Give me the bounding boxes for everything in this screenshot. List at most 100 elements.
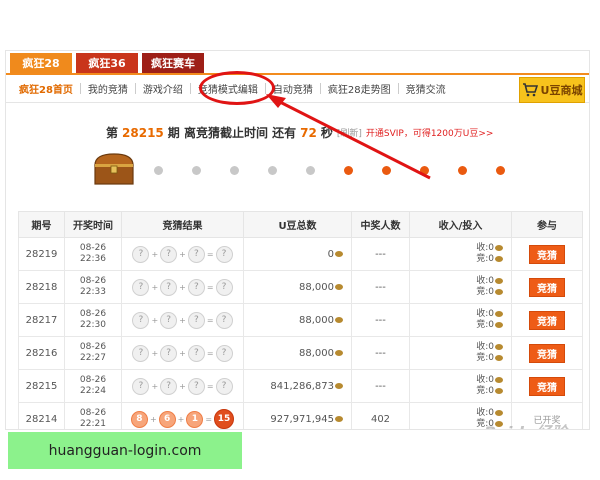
income-cell: 收:0 竞:0 bbox=[409, 303, 512, 337]
spend-value: 0 bbox=[488, 353, 494, 363]
plus-sign: + bbox=[179, 315, 186, 325]
bean-icon bbox=[495, 376, 503, 383]
bean-icon bbox=[495, 354, 503, 361]
winners-cell: --- bbox=[351, 237, 410, 271]
bet-button[interactable]: 竞猜 bbox=[529, 376, 565, 396]
time-cell: 08-26 22:27 bbox=[64, 336, 122, 370]
header-period: 期号 bbox=[18, 211, 65, 238]
tab-crazy-28[interactable]: 疯狂28 bbox=[10, 53, 72, 73]
income-cell: 收:0 竞:0 bbox=[409, 369, 512, 403]
tab-crazy-racing[interactable]: 疯狂赛车 bbox=[142, 53, 204, 73]
highlight-circle bbox=[199, 71, 275, 105]
result-cell: ? +? +? =? bbox=[121, 303, 244, 337]
spend-value: 0 bbox=[488, 287, 494, 297]
nav-home[interactable]: 疯狂28首页 bbox=[12, 81, 80, 96]
u-bean-mall-button[interactable]: U豆商城 bbox=[519, 77, 585, 103]
equals-sign: = bbox=[206, 249, 214, 259]
total-cell: 927,971,945 bbox=[243, 402, 352, 429]
total-cell: 88,000 bbox=[243, 303, 352, 337]
bet-button[interactable]: 竞猜 bbox=[529, 277, 565, 297]
spend-value: 0 bbox=[488, 254, 494, 264]
period-cell: 28216 bbox=[18, 336, 65, 370]
svip-link[interactable]: 开通SVIP，可得1200万U豆>> bbox=[366, 126, 494, 139]
result-ball: ? bbox=[132, 278, 150, 296]
join-cell: 竞猜 bbox=[511, 303, 583, 337]
period-cell: 28219 bbox=[18, 237, 65, 271]
baidu-watermark: Baidu经验 bbox=[484, 419, 567, 429]
result-ball: ? bbox=[187, 278, 205, 296]
result-ball: 8 bbox=[130, 410, 148, 428]
result-sum-ball: ? bbox=[215, 245, 233, 263]
progress-dot bbox=[344, 166, 353, 175]
table-header-row: 期号 开奖时间 竞猜结果 U豆总数 中奖人数 收入/投入 参与 bbox=[18, 211, 583, 238]
equals-sign: = bbox=[206, 348, 214, 358]
draw-time: 22:27 bbox=[80, 353, 106, 363]
site-footer-banner: huangguan-login.com bbox=[8, 432, 242, 469]
draw-date: 08-26 bbox=[79, 375, 107, 385]
join-cell: 竞猜 bbox=[511, 369, 583, 403]
bean-icon bbox=[335, 316, 343, 323]
income-cell: 收:0 竞:0 bbox=[409, 270, 512, 304]
winners-cell: --- bbox=[351, 336, 410, 370]
income-value: 0 bbox=[488, 276, 494, 286]
main-frame: 疯狂28 疯狂36 疯狂赛车 疯狂28首页 我的竞猜 游戏介绍 竞猜模式编辑 自… bbox=[5, 50, 590, 430]
result-cell: 8 +6 +1 = 15 bbox=[121, 402, 244, 429]
result-ball: ? bbox=[187, 311, 205, 329]
total-value: 88,000 bbox=[299, 281, 334, 293]
result-ball: 1 bbox=[186, 410, 204, 428]
time-cell: 08-26 22:33 bbox=[64, 270, 122, 304]
result-ball: ? bbox=[187, 245, 205, 263]
plus-sign: + bbox=[179, 348, 186, 358]
draw-date: 08-26 bbox=[79, 342, 107, 352]
bet-button[interactable]: 竞猜 bbox=[529, 244, 565, 264]
spend-value: 0 bbox=[488, 386, 494, 396]
income-value: 0 bbox=[488, 309, 494, 319]
tab-crazy-36[interactable]: 疯狂36 bbox=[76, 53, 138, 73]
nav-trend-chart[interactable]: 疯狂28走势图 bbox=[321, 81, 398, 96]
plus-sign: + bbox=[179, 249, 186, 259]
plus-sign: + bbox=[179, 381, 186, 391]
total-value: 88,000 bbox=[299, 347, 334, 359]
bean-icon bbox=[335, 415, 343, 422]
bean-icon bbox=[335, 382, 343, 389]
countdown-seconds: 72 bbox=[300, 125, 317, 140]
result-ball: ? bbox=[160, 344, 178, 362]
result-ball: ? bbox=[187, 344, 205, 362]
table-body: 28219 08-26 22:36? +? +? =? 0 --- 收:0 竞:0 竞猜 28218 0… bbox=[18, 237, 583, 429]
join-cell: 竞猜 bbox=[511, 270, 583, 304]
current-period: 28215 bbox=[122, 125, 164, 140]
result-ball: ? bbox=[132, 311, 150, 329]
income-cell: 收:0 竞:0 bbox=[409, 336, 512, 370]
income-value: 0 bbox=[488, 243, 494, 253]
header-result: 竞猜结果 bbox=[121, 211, 244, 238]
progress-dot bbox=[382, 166, 391, 175]
time-cell: 08-26 22:30 bbox=[64, 303, 122, 337]
draw-date: 08-26 bbox=[79, 408, 107, 418]
draw-time: 22:33 bbox=[80, 287, 106, 297]
spend-label: 竞: bbox=[476, 320, 489, 330]
period-cell: 28214 bbox=[18, 402, 65, 429]
bean-icon bbox=[335, 283, 343, 290]
draw-time: 22:36 bbox=[80, 254, 106, 264]
countdown-prefix: 第 bbox=[106, 126, 119, 140]
draw-date: 08-26 bbox=[79, 309, 107, 319]
results-table: 期号 开奖时间 竞猜结果 U豆总数 中奖人数 收入/投入 参与 28219 08-… bbox=[18, 211, 583, 429]
header-income: 收入/投入 bbox=[409, 211, 512, 238]
nav-my-bets[interactable]: 我的竞猜 bbox=[81, 81, 135, 96]
total-value: 927,971,945 bbox=[270, 413, 334, 425]
equals-sign: = bbox=[206, 282, 214, 292]
bet-button[interactable]: 竞猜 bbox=[529, 310, 565, 330]
game-tabs: 疯狂28 疯狂36 疯狂赛车 bbox=[10, 53, 204, 73]
table-row: 28218 08-26 22:33? +? +? =? 88,000 --- 收:0 竞:0 竞猜 bbox=[18, 270, 583, 304]
join-cell: 竞猜 bbox=[511, 336, 583, 370]
bet-button[interactable]: 竞猜 bbox=[529, 343, 565, 363]
draw-date: 08-26 bbox=[79, 276, 107, 286]
countdown-text: 期 离竞猜截止时间 还有 bbox=[167, 126, 297, 140]
nav-game-intro[interactable]: 游戏介绍 bbox=[136, 81, 190, 96]
spend-value: 0 bbox=[488, 320, 494, 330]
period-cell: 28218 bbox=[18, 270, 65, 304]
nav-discussion[interactable]: 竞猜交流 bbox=[399, 81, 453, 96]
result-sum-ball: 15 bbox=[214, 409, 235, 429]
result-cell: ? +? +? =? bbox=[121, 336, 244, 370]
refresh-link[interactable]: [刷新] bbox=[337, 126, 362, 139]
